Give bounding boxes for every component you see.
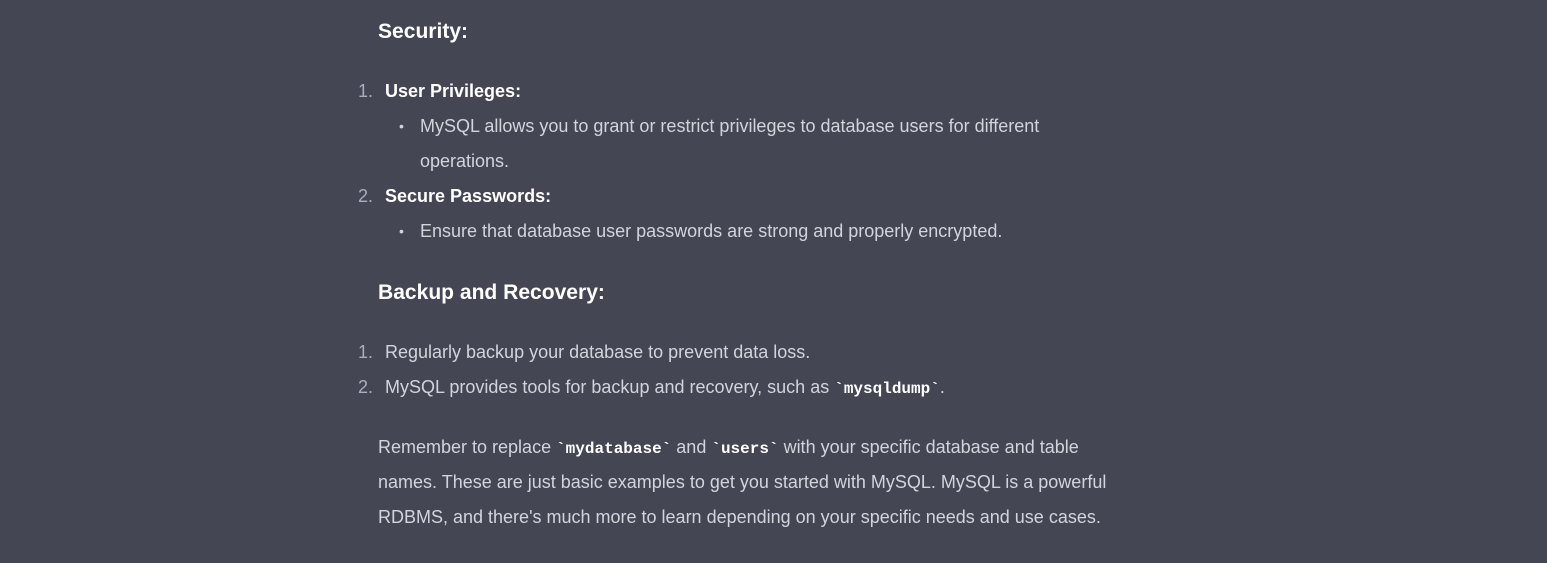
list-item: 1. Regularly backup your database to pre… bbox=[358, 335, 1178, 370]
bullet-text-continued: operations. bbox=[420, 151, 510, 171]
bullet-list: • Ensure that database user passwords ar… bbox=[385, 214, 1178, 249]
bullet-item: • MySQL allows you to grant or restrict … bbox=[385, 109, 1178, 179]
secure-passwords-title: Secure Passwords: bbox=[385, 186, 552, 206]
inline-code-users: `users` bbox=[711, 440, 779, 458]
bullet-text: MySQL allows you to grant or restrict pr… bbox=[420, 116, 1040, 136]
bullet-dot-icon: • bbox=[399, 118, 404, 134]
closing-paragraph: Remember to replace `mydatabase` and `us… bbox=[378, 430, 1198, 535]
list-number: 1. bbox=[358, 81, 374, 101]
backup-heading: Backup and Recovery: bbox=[378, 281, 605, 304]
list-number: 2. bbox=[358, 377, 374, 397]
bullet-text: Ensure that database user passwords are … bbox=[420, 221, 1003, 241]
list-item: 2. Secure Passwords: • Ensure that datab… bbox=[358, 179, 1178, 249]
list-item: 1. User Privileges: • MySQL allows you t… bbox=[358, 74, 1178, 179]
list-number: 2. bbox=[358, 186, 374, 206]
user-privileges-title: User Privileges: bbox=[385, 81, 522, 101]
list-text: Regularly backup your database to preven… bbox=[385, 342, 811, 362]
bullet-item: • Ensure that database user passwords ar… bbox=[385, 214, 1178, 249]
list-number: 1. bbox=[358, 342, 374, 362]
bullet-dot-icon: • bbox=[399, 223, 404, 239]
inline-code-mysqldump: `mysqldump` bbox=[834, 380, 940, 398]
list-text: MySQL provides tools for backup and reco… bbox=[385, 377, 945, 398]
backup-list: 1. Regularly backup your database to pre… bbox=[358, 335, 1178, 405]
bullet-list: • MySQL allows you to grant or restrict … bbox=[385, 109, 1178, 179]
paragraph-line: Remember to replace `mydatabase` and `us… bbox=[378, 437, 1079, 458]
security-heading: Security: bbox=[378, 20, 469, 43]
list-item: 2. MySQL provides tools for backup and r… bbox=[358, 370, 1178, 405]
inline-code-mydatabase: `mydatabase` bbox=[556, 440, 672, 458]
security-list: 1. User Privileges: • MySQL allows you t… bbox=[358, 74, 1178, 249]
paragraph-line: RDBMS, and there's much more to learn de… bbox=[378, 507, 1101, 527]
paragraph-line: names. These are just basic examples to … bbox=[378, 472, 1107, 492]
